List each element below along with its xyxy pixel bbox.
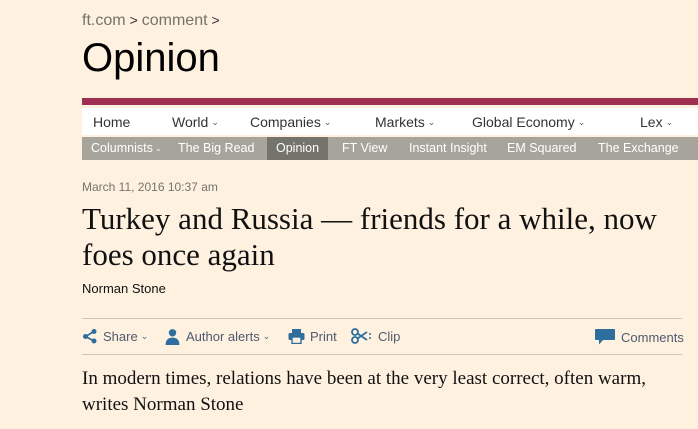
author-alerts-button[interactable]: Author alerts ⌄ — [164, 328, 270, 345]
article-tools: Share ⌄ Author alerts ⌄ Print Clip Comment… — [82, 328, 684, 348]
breadcrumb-comment-link[interactable]: comment — [142, 12, 208, 29]
section-title: Opinion — [82, 36, 220, 80]
nav-label: Home — [93, 114, 131, 130]
article-author[interactable]: Norman Stone — [82, 281, 166, 296]
subnav-label: EM Squared — [507, 141, 577, 155]
subnav-the-exchange[interactable]: The Exchange — [598, 137, 679, 160]
nav-companies[interactable]: Companies ⌄ — [250, 114, 331, 130]
subnav-ft-view[interactable]: FT View — [342, 137, 387, 160]
print-button[interactable]: Print — [288, 328, 337, 344]
breadcrumb-separator: > — [129, 12, 138, 28]
nav-label: Lex — [640, 114, 663, 130]
nav-lex[interactable]: Lex ⌄ — [640, 114, 673, 130]
chevron-down-icon: ⌄ — [140, 330, 149, 341]
nav-markets[interactable]: Markets ⌄ — [375, 114, 435, 130]
breadcrumb-ftcom-link[interactable]: ft.com — [82, 12, 126, 29]
clip-label: Clip — [378, 328, 401, 344]
nav-world[interactable]: World ⌄ — [172, 114, 219, 130]
printer-icon — [288, 329, 305, 344]
nav-label: World — [172, 114, 209, 130]
subnav-instant-insight[interactable]: Instant Insight — [409, 137, 487, 160]
share-button[interactable]: Share ⌄ — [82, 328, 148, 344]
share-label: Share — [103, 328, 138, 344]
subnav-label: FT View — [342, 141, 388, 155]
nav-label: Markets — [375, 114, 425, 130]
speech-bubble-icon — [595, 329, 615, 345]
nav-home[interactable]: Home — [93, 114, 130, 130]
breadcrumb-separator: > — [211, 12, 220, 28]
author-alerts-label: Author alerts — [186, 329, 260, 344]
divider — [82, 318, 682, 319]
scissors-icon — [351, 328, 371, 344]
chevron-down-icon: ⌄ — [154, 144, 162, 153]
subnav-em-squared[interactable]: EM Squared — [507, 137, 576, 160]
clip-button[interactable]: Clip — [351, 328, 400, 344]
subnav-label: Columnists — [91, 141, 153, 155]
person-icon — [165, 329, 180, 345]
subnav-label: The Big Read — [178, 141, 255, 155]
chevron-down-icon: ⌄ — [323, 117, 332, 127]
accent-bar — [82, 98, 698, 105]
subnav-label: Opinion — [276, 141, 320, 155]
article-standfirst: In modern times, relations have been at … — [82, 368, 646, 415]
breadcrumb: ft.com > comment > — [82, 12, 224, 30]
comments-button[interactable]: Comments — [594, 328, 684, 346]
subnav-columnists[interactable]: Columnists ⌄ — [91, 137, 162, 160]
share-icon — [83, 329, 97, 344]
subnav-label: Instant Insight — [409, 141, 487, 155]
divider — [82, 354, 682, 355]
print-label: Print — [310, 328, 337, 344]
nav-label: Companies — [250, 114, 321, 130]
comments-label: Comments — [621, 329, 684, 345]
article-date: March 11, 2016 10:37 am — [82, 180, 218, 194]
chevron-down-icon: ⌄ — [262, 331, 271, 341]
subnav-the-big-read[interactable]: The Big Read — [178, 137, 254, 160]
chevron-down-icon: ⌄ — [577, 117, 586, 127]
secondary-nav: Columnists ⌄ The Big Read Opinion FT View… — [82, 137, 698, 160]
subnav-label: The Exchange — [598, 141, 679, 155]
article-headline: Turkey and Russia — friends for a while,… — [82, 201, 657, 272]
primary-nav: Home World ⌄ Companies ⌄ Markets ⌄ Global E… — [82, 108, 698, 135]
nav-label: Global Economy — [472, 114, 575, 130]
chevron-down-icon: ⌄ — [427, 117, 436, 127]
chevron-down-icon: ⌄ — [665, 117, 674, 127]
chevron-down-icon: ⌄ — [211, 117, 219, 127]
nav-global-economy[interactable]: Global Economy ⌄ — [472, 114, 585, 130]
subnav-opinion[interactable]: Opinion — [267, 137, 329, 160]
